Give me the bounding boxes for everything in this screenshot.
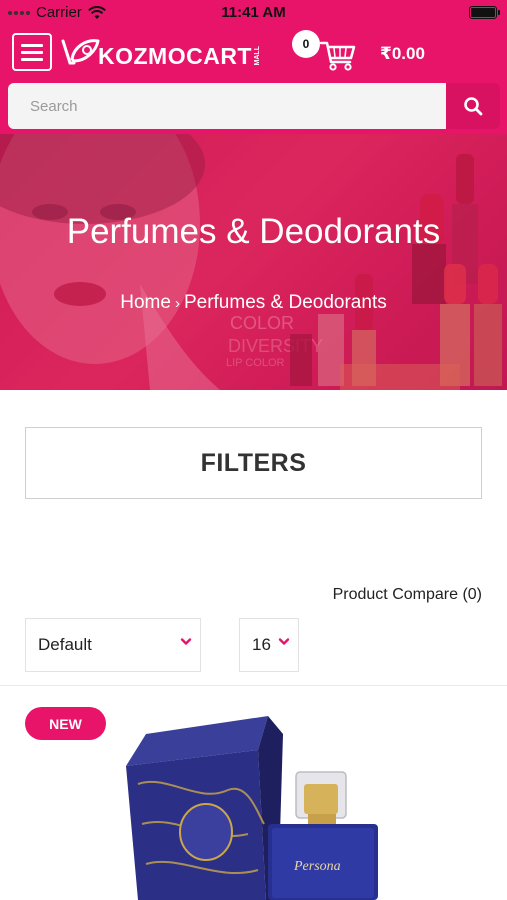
chevron-down-icon bbox=[180, 638, 192, 645]
product-card[interactable]: NEW Persona bbox=[0, 686, 507, 900]
page-title: Perfumes & Deodorants bbox=[66, 212, 441, 251]
app-header: KOZMOCART MALL 0 ₹0.00 bbox=[0, 26, 507, 134]
product-image[interactable]: Persona bbox=[118, 694, 398, 900]
logo[interactable]: KOZMOCART MALL bbox=[60, 32, 261, 72]
search-icon bbox=[464, 97, 483, 116]
status-bar: Carrier 11:41 AM bbox=[0, 0, 507, 26]
status-time: 11:41 AM bbox=[221, 4, 286, 21]
logo-text: KOZMOCART bbox=[98, 42, 252, 69]
breadcrumb: Home › Perfumes & Deodorants bbox=[0, 292, 507, 314]
sort-select[interactable]: Default bbox=[25, 618, 201, 672]
limit-select-value: 16 bbox=[252, 635, 271, 654]
search-input[interactable] bbox=[8, 83, 446, 129]
product-compare-link[interactable]: Product Compare (0) bbox=[333, 586, 482, 604]
menu-icon-bar bbox=[21, 50, 43, 54]
new-badge: NEW bbox=[25, 707, 106, 740]
sort-select-value: Default bbox=[38, 635, 92, 654]
battery-icon bbox=[469, 6, 500, 19]
breadcrumb-home-link[interactable]: Home bbox=[120, 292, 171, 313]
logo-mark-icon bbox=[61, 39, 100, 65]
chevron-down-icon bbox=[278, 638, 290, 645]
cart-icon bbox=[320, 41, 356, 71]
banner-overlay bbox=[0, 134, 507, 390]
logo-subtext: MALL bbox=[253, 46, 261, 66]
limit-select[interactable]: 16 bbox=[239, 618, 299, 672]
svg-text:Persona: Persona bbox=[293, 859, 341, 874]
menu-button[interactable] bbox=[12, 33, 52, 71]
category-banner: COLOR DIVERSITY LIP COLOR Perfumes & Deo… bbox=[0, 134, 507, 390]
search-bar bbox=[8, 83, 500, 129]
search-button[interactable] bbox=[446, 83, 500, 129]
menu-icon-bar bbox=[21, 43, 43, 47]
cart-count-badge: 0 bbox=[292, 30, 320, 58]
filters-button[interactable]: FILTERS bbox=[25, 427, 482, 499]
breadcrumb-current: Perfumes & Deodorants bbox=[183, 292, 387, 313]
cart-total: ₹0.00 bbox=[380, 44, 425, 63]
cart-button[interactable]: 0 bbox=[292, 30, 362, 74]
menu-icon-bar bbox=[21, 57, 43, 61]
breadcrumb-separator: › bbox=[174, 295, 180, 312]
filters-label: FILTERS bbox=[200, 448, 307, 477]
